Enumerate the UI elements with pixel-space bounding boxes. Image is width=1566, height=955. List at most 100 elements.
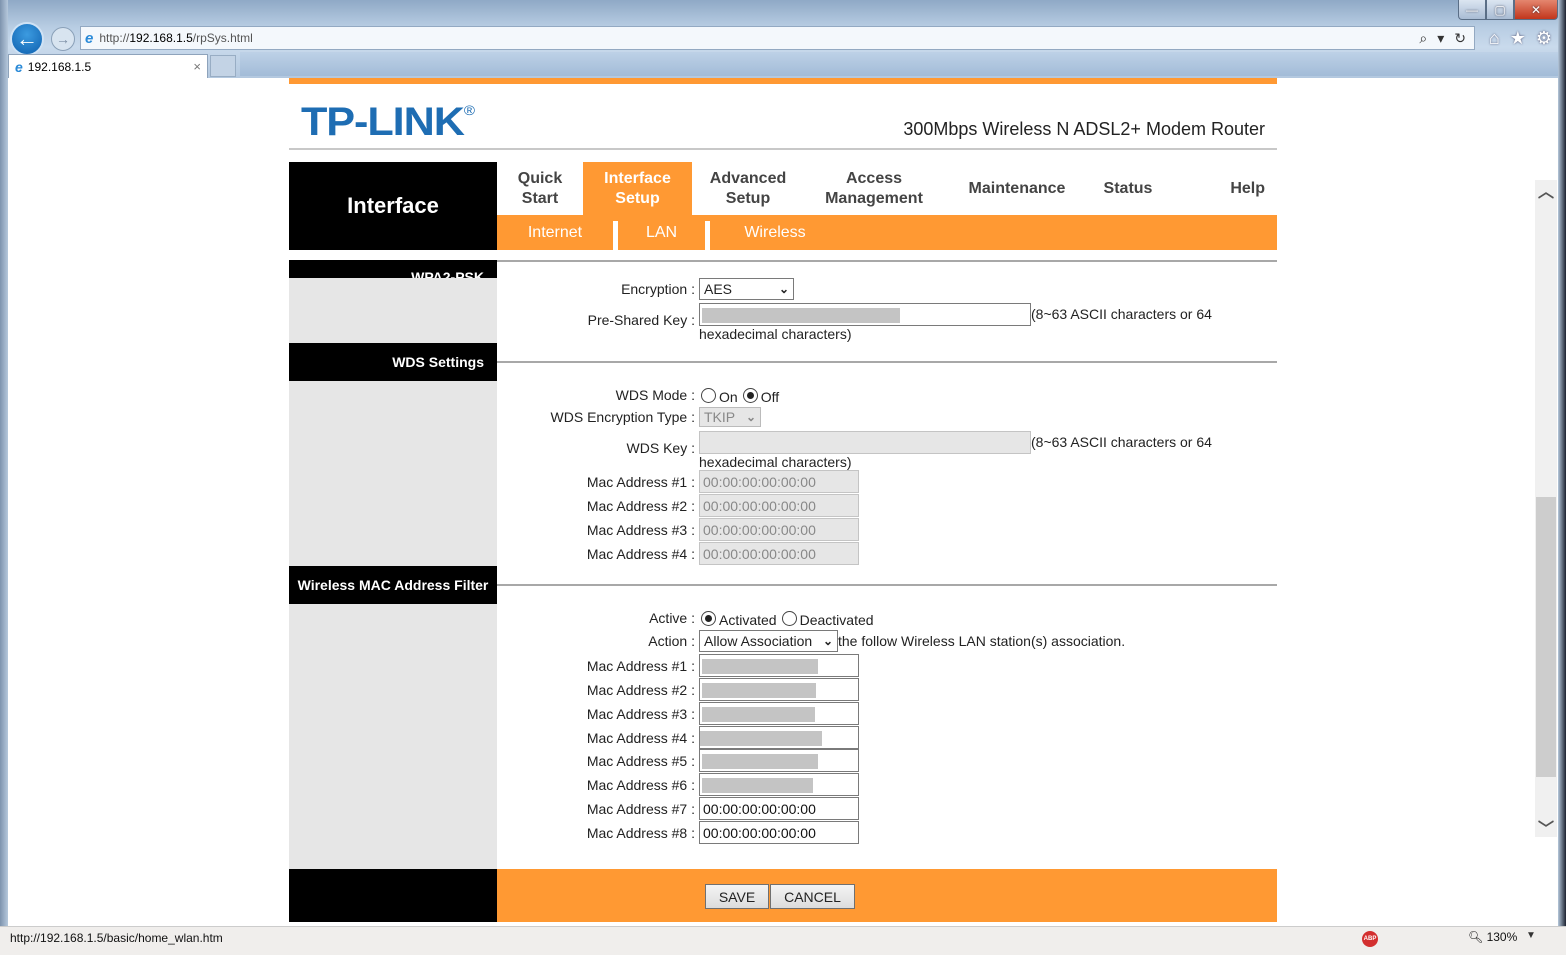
filter-mac-label: Mac Address #8 :: [586, 824, 695, 841]
wds-encryption-select[interactable]: TKIP ⌄: [699, 407, 761, 427]
psk-label: Pre-Shared Key :: [587, 312, 695, 328]
menu-quick-start[interactable]: Quick Start: [497, 162, 583, 215]
vertical-scrollbar[interactable]: ︿ ﹀: [1535, 180, 1557, 838]
menu-help[interactable]: Help: [1166, 162, 1277, 215]
filter-mac-input[interactable]: [699, 678, 859, 701]
filter-mac-input[interactable]: 00:00:00:00:00:00: [699, 821, 859, 844]
wds-encryption-label: WDS Encryption Type :: [550, 409, 695, 425]
scroll-up-icon[interactable]: ︿: [1535, 180, 1557, 201]
wds-encryption-row: WDS Encryption Type : TKIP ⌄: [497, 407, 761, 427]
refresh-icon[interactable]: ↻: [1454, 30, 1466, 47]
section-sidebar: WPA2-PSK: [289, 260, 497, 343]
menu-interface-setup[interactable]: Interface Setup: [583, 162, 692, 215]
psk-row: Pre-Shared Key : (8~63 ASCII characters …: [497, 303, 1212, 342]
section-divider: [497, 361, 1277, 363]
window-controls: — ▢ ✕: [1458, 0, 1558, 21]
search-icon[interactable]: ⌕: [1419, 30, 1427, 47]
wds-off-radio[interactable]: [742, 387, 758, 403]
wds-section-body: WDS Mode : On Off WDS Encryption Type : …: [497, 343, 1277, 566]
top-menu: Quick Start Interface Setup Advanced Setup …: [497, 162, 1277, 215]
wds-on-label: On: [719, 389, 738, 405]
zoom-level[interactable]: 🔍︎ 130%: [1468, 930, 1517, 944]
wds-mac-input[interactable]: 00:00:00:00:00:00: [699, 518, 859, 541]
close-window-button[interactable]: ✕: [1514, 0, 1558, 20]
main-navigation: Interface Quick Start Interface Setup Adva…: [289, 162, 1277, 250]
wds-section-title: WDS Settings: [289, 343, 497, 381]
window-frame-left: [0, 0, 8, 926]
browser-chrome: — ▢ ✕ ← → e http://192.168.1.5/rpSys.htm…: [0, 0, 1566, 78]
star-icon[interactable]: ★: [1510, 28, 1526, 49]
encryption-select[interactable]: AES ⌄: [699, 278, 794, 300]
filter-mac-row: Mac Address #7 : 00:00:00:00:00:00: [497, 797, 859, 820]
filter-active-label: Active :: [649, 610, 695, 626]
gear-icon[interactable]: ⚙: [1536, 28, 1552, 49]
wds-mac-label: Mac Address #1 :: [586, 473, 695, 490]
back-button[interactable]: ←: [10, 22, 44, 56]
redacted-value: [702, 754, 818, 769]
filter-mac-input[interactable]: 00:00:00:00:00:00: [699, 797, 859, 820]
wds-mac-label: Mac Address #4 :: [586, 545, 695, 562]
wds-mac-input[interactable]: 00:00:00:00:00:00: [699, 470, 859, 493]
browser-status-bar: http://192.168.1.5/basic/home_wlan.htm A…: [0, 926, 1566, 955]
deactivated-label: Deactivated: [799, 612, 874, 628]
filter-mac-input[interactable]: [699, 726, 859, 749]
wds-key-input[interactable]: [699, 431, 1031, 454]
submenu-wireless[interactable]: Wireless: [710, 215, 840, 250]
forward-button[interactable]: →: [51, 27, 75, 51]
menu-maintenance[interactable]: Maintenance: [944, 162, 1090, 215]
zoom-dropdown-icon[interactable]: ▼: [1526, 930, 1536, 941]
minimize-button[interactable]: —: [1458, 0, 1486, 20]
maximize-button[interactable]: ▢: [1486, 0, 1514, 20]
filter-mac-label: Mac Address #2 :: [586, 681, 695, 698]
browser-tab[interactable]: e 192.168.1.5 ×: [8, 54, 208, 78]
filter-mac-label: Mac Address #5 :: [586, 752, 695, 769]
new-tab-button[interactable]: [210, 55, 236, 77]
wds-mac-row: Mac Address #2 : 00:00:00:00:00:00: [497, 494, 859, 517]
filter-action-select[interactable]: Allow Association ⌄: [699, 630, 838, 652]
activated-label: Activated: [719, 612, 777, 628]
save-button[interactable]: SAVE: [705, 884, 769, 909]
adblock-icon[interactable]: ABP: [1362, 931, 1378, 947]
status-url: http://192.168.1.5/basic/home_wlan.htm: [10, 931, 223, 945]
psk-input[interactable]: [699, 303, 1031, 326]
wds-mac-row: Mac Address #3 : 00:00:00:00:00:00: [497, 518, 859, 541]
filter-mac-row: Mac Address #2 :: [497, 678, 859, 701]
wds-mode-label: WDS Mode :: [615, 387, 695, 403]
dropdown-icon[interactable]: ▾: [1437, 30, 1444, 47]
filter-mac-input[interactable]: [699, 654, 859, 677]
filter-action-label: Action :: [648, 633, 695, 649]
deactivated-radio[interactable]: [781, 610, 797, 626]
magnifier-icon: 🔍︎: [1468, 930, 1484, 944]
submenu-lan[interactable]: LAN: [618, 215, 705, 250]
filter-mac-input[interactable]: [699, 702, 859, 725]
wds-mode-row: WDS Mode : On Off: [497, 385, 779, 405]
filter-mac-input[interactable]: [699, 749, 859, 772]
wds-key-label: WDS Key :: [626, 440, 695, 456]
chevron-down-icon: ⌄: [822, 634, 833, 648]
menu-access-management[interactable]: Access Management: [804, 162, 944, 215]
wds-mac-input[interactable]: 00:00:00:00:00:00: [699, 542, 859, 565]
menu-status[interactable]: Status: [1090, 162, 1166, 215]
wds-mac-input[interactable]: 00:00:00:00:00:00: [699, 494, 859, 517]
wds-key-hint-continued: hexadecimal characters): [699, 454, 852, 470]
chevron-down-icon: ⌄: [745, 410, 756, 424]
scrollbar-thumb[interactable]: [1536, 496, 1556, 777]
redacted-value: [702, 683, 816, 698]
wpa-section-body: Encryption : AES ⌄ Pre-Shared Key : (8~63…: [497, 260, 1277, 343]
wds-key-row: WDS Key : (8~63 ASCII characters or 64 h…: [497, 431, 1212, 470]
activated-radio[interactable]: [701, 610, 716, 626]
window-frame-right: [1558, 0, 1566, 926]
filter-mac-row: Mac Address #1 :: [497, 654, 859, 677]
wds-mac-label: Mac Address #3 :: [586, 521, 695, 538]
arrow-left-icon: ←: [16, 26, 38, 51]
close-tab-icon[interactable]: ×: [193, 59, 201, 74]
wds-on-radio[interactable]: [701, 387, 716, 403]
filter-mac-row: Mac Address #5 :: [497, 749, 859, 772]
address-bar[interactable]: e http://192.168.1.5/rpSys.html ⌕ ▾ ↻: [80, 26, 1475, 50]
submenu-internet[interactable]: Internet: [497, 215, 613, 250]
filter-mac-input[interactable]: [699, 773, 859, 796]
scroll-down-icon[interactable]: ﹀: [1535, 817, 1557, 838]
cancel-button[interactable]: CANCEL: [770, 884, 855, 909]
home-icon[interactable]: ⌂: [1489, 28, 1500, 49]
menu-advanced-setup[interactable]: Advanced Setup: [692, 162, 804, 215]
